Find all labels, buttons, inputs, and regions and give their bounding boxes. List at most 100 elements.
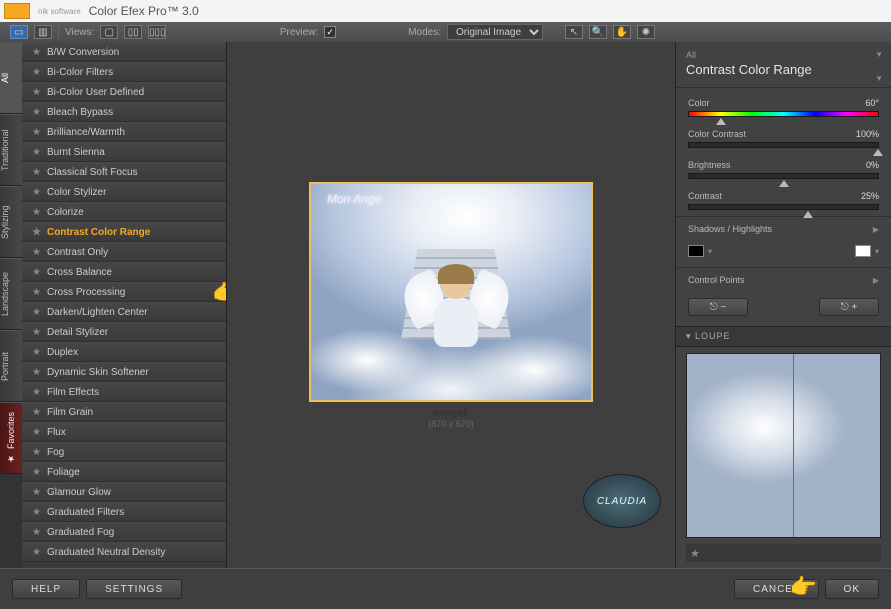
star-icon[interactable]: ★ (32, 207, 41, 218)
filter-item[interactable]: ★Dynamic Skin Softener (22, 362, 226, 382)
star-icon[interactable]: ★ (32, 107, 41, 118)
filter-item[interactable]: ★Burnt Sienna (22, 142, 226, 162)
layout-1-icon[interactable]: ▢ (100, 25, 118, 39)
category-tab-landscape[interactable]: Landscape (0, 258, 22, 330)
star-icon[interactable]: ★ (32, 407, 41, 418)
view-single-icon[interactable]: ▭ (10, 25, 28, 39)
control-points-header[interactable]: Control Points▶ (676, 267, 891, 292)
star-icon[interactable]: ★ (32, 427, 41, 438)
star-icon[interactable]: ★ (32, 487, 41, 498)
filter-item[interactable]: ★Contrast Only (22, 242, 226, 262)
slider-thumb[interactable] (716, 118, 726, 125)
star-icon[interactable]: ★ (32, 267, 41, 278)
dropdown-icon[interactable]: ▼ (875, 74, 883, 83)
cancel-button[interactable]: CANCEL (734, 579, 819, 599)
filter-item[interactable]: ★Brilliance/Warmth (22, 122, 226, 142)
slider-label: Color Contrast (688, 129, 746, 139)
slider-track[interactable] (688, 142, 879, 148)
filter-item[interactable]: ★Graduated Neutral Density (22, 542, 226, 562)
filter-item[interactable]: ★Graduated Fog (22, 522, 226, 542)
filter-item[interactable]: ★Darken/Lighten Center (22, 302, 226, 322)
star-icon[interactable]: ★ (32, 247, 41, 258)
pan-tool-icon[interactable]: ✋ (613, 25, 631, 39)
view-split-icon[interactable]: ▥ (34, 25, 52, 39)
star-icon[interactable]: ★ (32, 467, 41, 478)
star-icon[interactable]: ★ (32, 287, 41, 298)
filter-item[interactable]: ★Foliage (22, 462, 226, 482)
filter-item[interactable]: ★Flux (22, 422, 226, 442)
add-negative-cp-button[interactable]: ⎋ − (688, 298, 748, 316)
slider-track[interactable] (688, 173, 879, 179)
ok-button[interactable]: OK (825, 579, 879, 599)
light-tool-icon[interactable]: ✺ (637, 25, 655, 39)
star-icon[interactable]: ★ (32, 387, 41, 398)
slider-track[interactable] (688, 111, 879, 117)
preview-image[interactable]: Mon Ange (309, 182, 593, 402)
filter-item[interactable]: ★Colorize (22, 202, 226, 222)
filter-item[interactable]: ★Bi-Color Filters (22, 62, 226, 82)
favorite-star-icon[interactable]: ★ (690, 547, 700, 560)
help-button[interactable]: HELP (12, 579, 80, 599)
slider-label: Brightness (688, 160, 731, 170)
star-icon[interactable]: ★ (32, 227, 41, 238)
shadows-highlights-header[interactable]: Shadows / Highlights▶ (676, 216, 891, 241)
star-icon[interactable]: ★ (32, 447, 41, 458)
category-tab-favorites[interactable]: ★ Favorites (0, 402, 22, 474)
zoom-tool-icon[interactable]: 🔍 (589, 25, 607, 39)
shadow-swatch[interactable] (688, 245, 704, 257)
star-icon[interactable]: ★ (32, 127, 41, 138)
star-icon[interactable]: ★ (32, 547, 41, 558)
filter-label: B/W Conversion (47, 47, 119, 58)
star-icon[interactable]: ★ (32, 327, 41, 338)
filter-item[interactable]: ★Film Grain (22, 402, 226, 422)
settings-button[interactable]: SETTINGS (86, 579, 182, 599)
star-icon[interactable]: ★ (32, 527, 41, 538)
filter-item[interactable]: ★Film Effects (22, 382, 226, 402)
category-tab-all[interactable]: All (0, 42, 22, 114)
chevron-down-icon[interactable]: ▾ (708, 247, 712, 256)
highlight-swatch[interactable] (855, 245, 871, 257)
pointer-tool-icon[interactable]: ↖ (565, 25, 583, 39)
slider-thumb[interactable] (779, 180, 789, 187)
filter-item[interactable]: ★Cross Processing (22, 282, 226, 302)
filter-item[interactable]: ★Color Stylizer (22, 182, 226, 202)
category-tab-traditional[interactable]: Traditional (0, 114, 22, 186)
layout-3-icon[interactable]: ▯▯▯ (148, 25, 166, 39)
slider-thumb[interactable] (873, 149, 883, 156)
star-icon[interactable]: ★ (32, 147, 41, 158)
filter-item[interactable]: ★Bleach Bypass (22, 102, 226, 122)
panel-header: All Contrast Color Range ▼ ▼ (676, 42, 891, 88)
collapse-icon[interactable]: ▼ (875, 50, 883, 59)
filter-item[interactable]: ★Duplex (22, 342, 226, 362)
filter-item[interactable]: ★Fog (22, 442, 226, 462)
category-tab-portrait[interactable]: Portrait (0, 330, 22, 402)
layout-2-icon[interactable]: ▯▯ (124, 25, 142, 39)
filter-item[interactable]: ★Detail Stylizer (22, 322, 226, 342)
star-icon[interactable]: ★ (32, 347, 41, 358)
modes-select[interactable]: Original Image (447, 24, 543, 40)
filter-item[interactable]: ★Cross Balance (22, 262, 226, 282)
filter-item[interactable]: ★Graduated Filters (22, 502, 226, 522)
category-tab-stylizing[interactable]: Stylizing (0, 186, 22, 258)
preview-checkbox[interactable]: ✓ (324, 26, 336, 38)
filter-item[interactable]: ★Contrast Color Range (22, 222, 226, 242)
loupe-view[interactable] (686, 353, 881, 538)
star-icon[interactable]: ★ (32, 507, 41, 518)
slider-track[interactable] (688, 204, 879, 210)
star-icon[interactable]: ★ (32, 67, 41, 78)
add-positive-cp-button[interactable]: ⎋ + (819, 298, 879, 316)
filter-item[interactable]: ★Classical Soft Focus (22, 162, 226, 182)
star-icon[interactable]: ★ (32, 367, 41, 378)
star-icon[interactable]: ★ (32, 167, 41, 178)
slider-thumb[interactable] (803, 211, 813, 218)
loupe-split-line[interactable] (793, 354, 794, 537)
star-icon[interactable]: ★ (32, 307, 41, 318)
loupe-header[interactable]: ▾ LOUPE (676, 326, 891, 347)
star-icon[interactable]: ★ (32, 187, 41, 198)
star-icon[interactable]: ★ (32, 87, 41, 98)
filter-item[interactable]: ★Glamour Glow (22, 482, 226, 502)
star-icon[interactable]: ★ (32, 47, 41, 58)
filter-item[interactable]: ★ B/W Conversion (22, 42, 226, 62)
filter-item[interactable]: ★Bi-Color User Defined (22, 82, 226, 102)
chevron-down-icon[interactable]: ▾ (875, 247, 879, 256)
